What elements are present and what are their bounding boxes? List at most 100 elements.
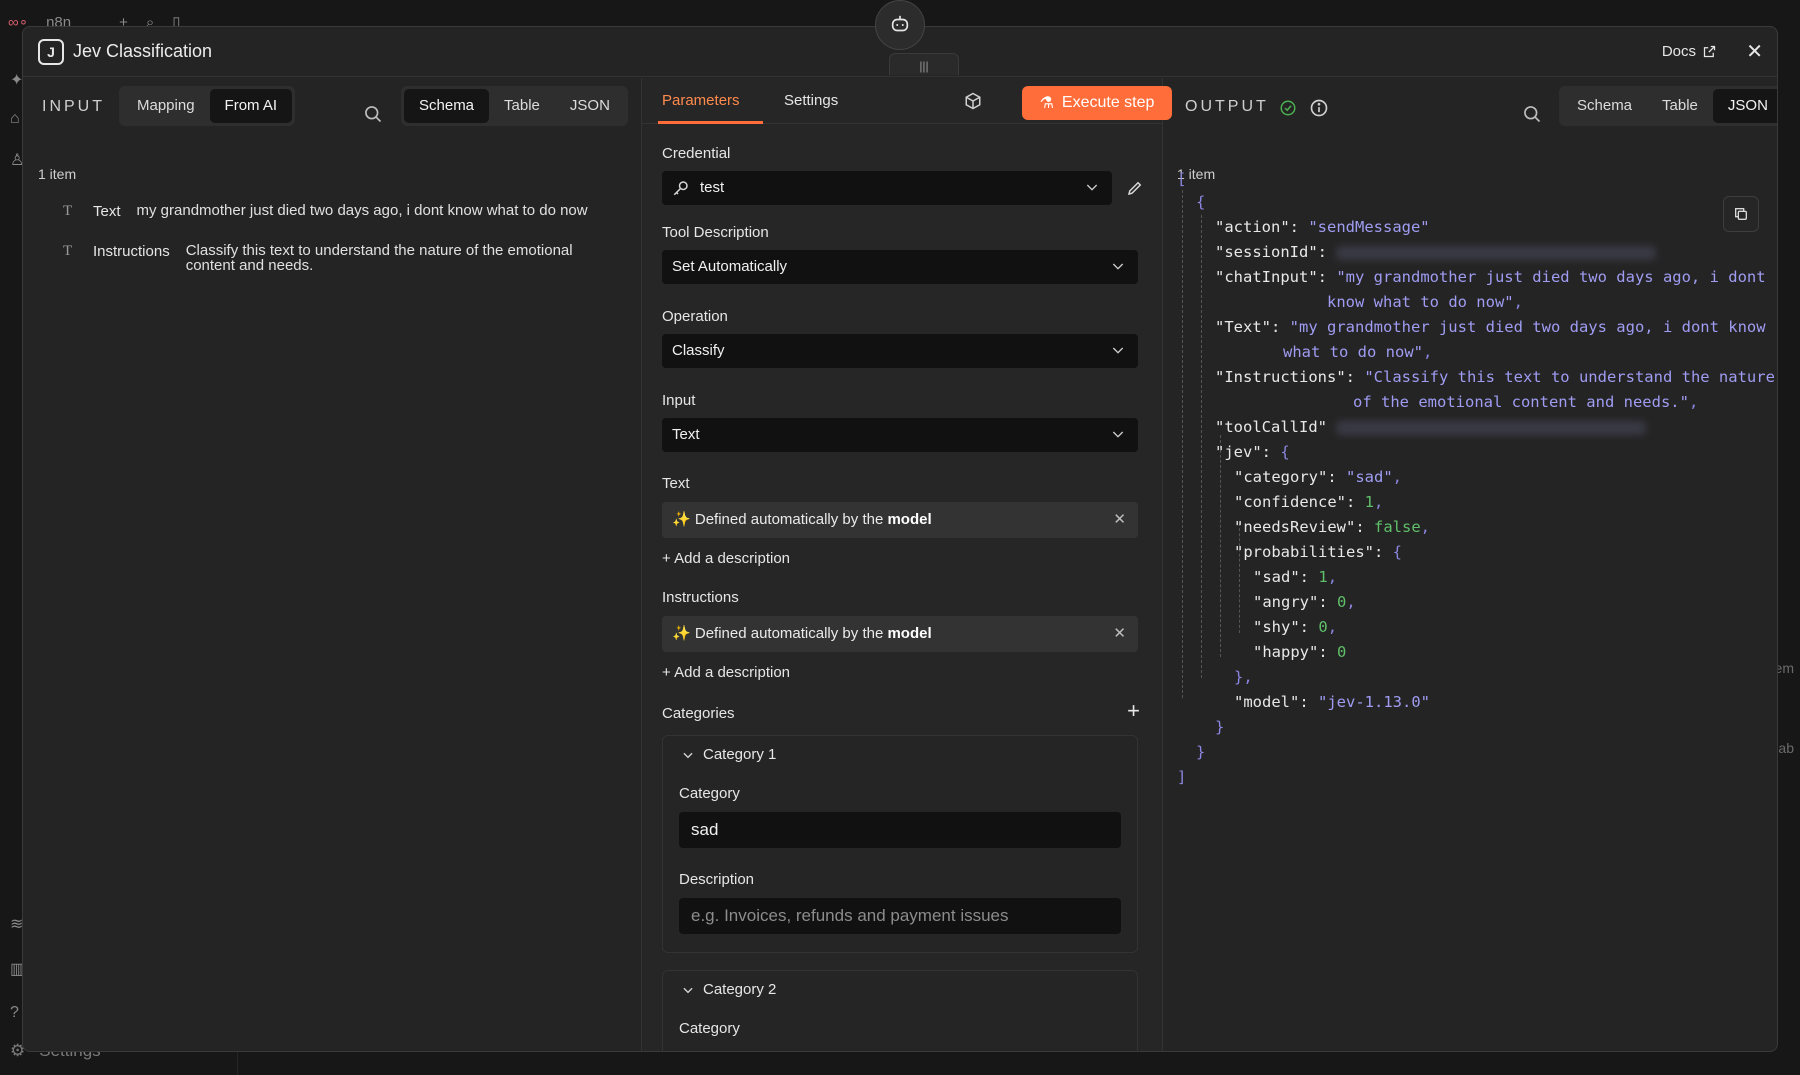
input-mode-toggle: Mapping From AI bbox=[119, 86, 296, 126]
key-icon bbox=[673, 181, 688, 196]
json-line: "probabilities": { bbox=[1234, 543, 1402, 561]
json-line: { bbox=[1196, 193, 1206, 211]
sparkle-icon: ✨ bbox=[672, 625, 691, 642]
view-table[interactable]: Table bbox=[489, 89, 555, 123]
tab-settings[interactable]: Settings bbox=[784, 92, 838, 109]
close-icon[interactable]: ✕ bbox=[1113, 616, 1126, 652]
output-title: OUTPUT bbox=[1185, 98, 1269, 115]
tool-description-select[interactable]: Set Automatically bbox=[662, 250, 1138, 284]
parameter-tabs: Parameters Settings ⚗ Execute step bbox=[642, 78, 1172, 124]
schema-row[interactable]: T Instructions Classify this text to und… bbox=[63, 243, 573, 273]
description-field-label: Description bbox=[679, 871, 755, 888]
json-line: } bbox=[1215, 718, 1225, 736]
active-tab-indicator bbox=[658, 121, 763, 124]
description-input[interactable]: e.g. Invoices, refunds and payment issue… bbox=[679, 898, 1121, 934]
tab-parameters[interactable]: Parameters bbox=[662, 92, 740, 109]
copy-button[interactable] bbox=[1723, 196, 1759, 232]
category-header[interactable]: Category 1 bbox=[681, 746, 776, 763]
json-line: of the emotional content and needs.", bbox=[1353, 393, 1699, 411]
category-field-label: Category bbox=[679, 785, 740, 802]
indent-guide bbox=[1239, 523, 1240, 633]
docs-link[interactable]: Docs bbox=[1662, 43, 1717, 60]
json-line: "angry": 0, bbox=[1253, 593, 1356, 611]
operation-select[interactable]: Classify bbox=[662, 334, 1138, 368]
mode-from-ai[interactable]: From AI bbox=[209, 89, 293, 123]
success-check-icon bbox=[1280, 100, 1296, 116]
json-line: "model": "jev-1.13.0" bbox=[1234, 693, 1430, 711]
close-icon[interactable]: ✕ bbox=[1746, 39, 1763, 64]
json-line: }, bbox=[1234, 668, 1253, 686]
view-schema[interactable]: Schema bbox=[404, 89, 490, 123]
sparkle-icon: ✨ bbox=[672, 511, 691, 528]
json-line: "category": "sad", bbox=[1234, 468, 1403, 486]
schema-key: Text bbox=[93, 203, 121, 220]
json-line: "sessionId": bbox=[1215, 243, 1657, 261]
category-card: Category 2 Category bbox=[662, 970, 1138, 1051]
json-line: [ bbox=[1177, 170, 1187, 188]
operation-label: Operation bbox=[662, 308, 728, 325]
schema-value: my grandmother just died two days ago, i… bbox=[136, 202, 588, 219]
json-line: what to do now", bbox=[1283, 343, 1433, 361]
input-view-toggle: Schema Table JSON bbox=[401, 86, 628, 126]
external-link-icon bbox=[1703, 45, 1716, 58]
credential-value: test bbox=[700, 179, 725, 196]
add-description-link[interactable]: + Add a description bbox=[662, 664, 790, 681]
category-card: Category 1 Category sad Description e.g.… bbox=[662, 735, 1138, 953]
execute-step-label: Execute step bbox=[1061, 94, 1155, 111]
execute-step-button[interactable]: ⚗ Execute step bbox=[1022, 86, 1172, 120]
category-input[interactable]: sad bbox=[679, 812, 1121, 848]
view-json[interactable]: JSON bbox=[555, 89, 625, 123]
add-description-link[interactable]: + Add a description bbox=[662, 550, 790, 567]
add-category-icon[interactable]: + bbox=[1127, 698, 1140, 724]
chevron-down-icon bbox=[1112, 431, 1124, 438]
category-title: Category 1 bbox=[703, 746, 777, 763]
schema-key: Instructions bbox=[93, 243, 170, 260]
input-value: Text bbox=[672, 426, 700, 443]
parameters-panel: Parameters Settings ⚗ Execute step Crede… bbox=[641, 78, 1172, 1051]
instructions-auto-field[interactable]: ✨ Defined automatically by the model ✕ bbox=[662, 616, 1138, 652]
indent-guide bbox=[1201, 215, 1202, 678]
auto-text-bold: model bbox=[887, 511, 932, 528]
json-line: "Text": "my grandmother just died two da… bbox=[1215, 318, 1766, 336]
json-line: "jev": { bbox=[1215, 443, 1290, 461]
input-select[interactable]: Text bbox=[662, 418, 1138, 452]
chevron-down-icon bbox=[1112, 263, 1124, 270]
operation-value: Classify bbox=[672, 342, 725, 359]
input-title: INPUT bbox=[42, 98, 105, 115]
auto-text: Defined automatically by the bbox=[694, 625, 888, 642]
chevron-down-icon bbox=[1086, 184, 1098, 191]
view-table[interactable]: Table bbox=[1647, 89, 1713, 123]
input-item-count: 1 item bbox=[38, 166, 77, 182]
category-header[interactable]: Category 2 bbox=[681, 981, 776, 998]
node-type-icon: J bbox=[38, 39, 64, 65]
json-line: } bbox=[1196, 743, 1206, 761]
info-icon[interactable] bbox=[1309, 98, 1329, 118]
modal-title[interactable]: Jev Classification bbox=[73, 41, 212, 62]
indent-guide bbox=[1220, 435, 1221, 657]
json-line: ] bbox=[1177, 768, 1187, 786]
assistant-button[interactable] bbox=[875, 0, 925, 50]
schema-row[interactable]: T Text my grandmother just died two days… bbox=[63, 203, 588, 220]
view-json[interactable]: JSON bbox=[1712, 89, 1777, 123]
auto-text: Defined automatically by the bbox=[694, 511, 888, 528]
search-icon[interactable] bbox=[1522, 104, 1542, 124]
view-schema[interactable]: Schema bbox=[1562, 89, 1647, 123]
cube-icon[interactable] bbox=[964, 92, 982, 110]
drag-handle[interactable]: ||| bbox=[889, 53, 959, 75]
json-line: "sad": 1, bbox=[1253, 568, 1338, 586]
category-field-label: Category bbox=[679, 1020, 740, 1037]
robot-icon bbox=[891, 15, 909, 32]
input-label: Input bbox=[662, 392, 696, 409]
tool-description-label: Tool Description bbox=[662, 224, 769, 241]
edit-icon[interactable] bbox=[1126, 179, 1144, 197]
search-icon[interactable] bbox=[363, 104, 383, 124]
indent-guide bbox=[1182, 190, 1183, 698]
text-auto-field[interactable]: ✨ Defined automatically by the model ✕ bbox=[662, 502, 1138, 538]
tool-description-value: Set Automatically bbox=[672, 258, 788, 275]
mode-mapping[interactable]: Mapping bbox=[122, 89, 210, 123]
copy-icon bbox=[1735, 208, 1747, 220]
flask-icon: ⚗ bbox=[1039, 95, 1054, 112]
credential-select[interactable]: test bbox=[662, 171, 1112, 205]
chevron-down-icon bbox=[683, 987, 693, 993]
close-icon[interactable]: ✕ bbox=[1113, 502, 1126, 538]
